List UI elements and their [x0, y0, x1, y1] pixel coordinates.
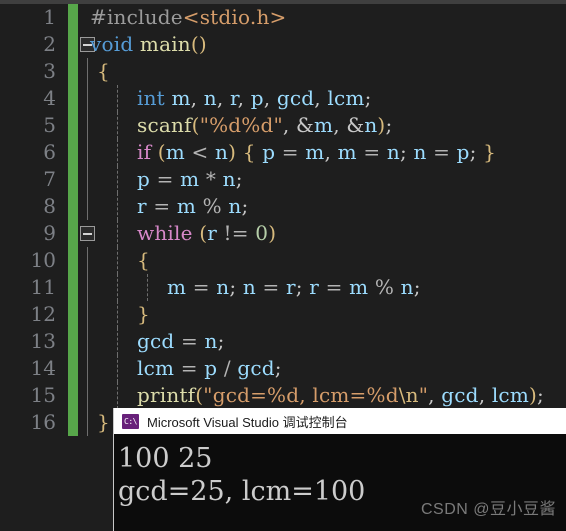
indent-guide [117, 85, 118, 113]
indent-guide [117, 274, 118, 302]
code-text: lcm = p / gcd; [137, 356, 282, 380]
structure-guide [87, 193, 88, 221]
indent-guide [117, 220, 118, 248]
line-number: 9 [43, 221, 56, 245]
change-bar [68, 139, 78, 167]
code-line[interactable]: 9 while (r != 0) [0, 220, 566, 248]
code-line[interactable]: 3 { [0, 58, 566, 86]
structure-guide [87, 58, 88, 86]
code-text: int m, n, r, p, gcd, lcm; [137, 86, 372, 110]
change-bar [68, 382, 78, 410]
indent-guide [117, 166, 118, 194]
code-text: r = m % n; [137, 194, 249, 218]
line-number: 6 [43, 140, 56, 164]
indent-guide [117, 382, 118, 410]
change-bar [68, 409, 78, 437]
structure-guide [87, 112, 88, 140]
code-text: if (m < n) { p = m, m = n; n = p; } [137, 140, 497, 164]
indent-guide [147, 274, 148, 302]
structure-guide [87, 301, 88, 329]
line-number: 2 [43, 32, 56, 56]
line-number: 15 [30, 383, 56, 407]
indent-guide [117, 328, 118, 356]
indent-guide [117, 247, 118, 275]
code-text: { [137, 248, 150, 272]
line-number: 5 [43, 113, 56, 137]
code-line[interactable]: 7 p = m * n; [0, 166, 566, 194]
code-line[interactable]: 6 if (m < n) { p = m, m = n; n = p; } [0, 139, 566, 167]
screenshot-root: 1 #include<stdio.h> 2 void main() 3 { 4 … [0, 0, 566, 531]
code-line[interactable]: 13 gcd = n; [0, 328, 566, 356]
structure-guide [87, 382, 88, 410]
code-line[interactable]: 10 { [0, 247, 566, 275]
change-bar [68, 85, 78, 113]
console-output-line-2: gcd=25, lcm=100 [118, 476, 366, 507]
line-number: 8 [43, 194, 56, 218]
code-text: scanf("%d%d", &m, &n); [137, 113, 393, 137]
code-line[interactable]: 1 #include<stdio.h> [0, 4, 566, 32]
line-number: 12 [30, 302, 56, 326]
indent-guide [117, 139, 118, 167]
code-line[interactable]: 8 r = m % n; [0, 193, 566, 221]
structure-guide [87, 139, 88, 167]
change-bar [68, 58, 78, 86]
code-text: } [137, 302, 150, 326]
structure-guide [87, 355, 88, 383]
csdn-watermark: CSDN @豆小豆酱 [420, 501, 556, 518]
code-text: { [97, 59, 110, 83]
line-number: 4 [43, 86, 56, 110]
line-number: 3 [43, 59, 56, 83]
indent-guide [117, 193, 118, 221]
change-bar [68, 4, 78, 32]
change-bar [68, 166, 78, 194]
code-text: printf("gcd=%d, lcm=%d\n", gcd, lcm); [137, 383, 544, 407]
change-bar [68, 274, 78, 302]
console-cmd-icon: C:\ [122, 413, 139, 429]
code-text: while (r != 0) [137, 221, 277, 245]
indent-guide [117, 112, 118, 140]
line-number: 13 [30, 329, 56, 353]
structure-guide [87, 409, 88, 437]
structure-guide [87, 247, 88, 275]
code-line[interactable]: 4 int m, n, r, p, gcd, lcm; [0, 85, 566, 113]
fold-collapse-icon[interactable] [80, 226, 95, 241]
code-line[interactable]: 14 lcm = p / gcd; [0, 355, 566, 383]
line-number: 14 [30, 356, 56, 380]
change-bar [68, 220, 78, 248]
structure-guide [87, 85, 88, 113]
change-bar [68, 247, 78, 275]
console-output-line-1: 100 25 [118, 443, 213, 474]
line-number: 11 [30, 275, 56, 299]
change-bar [68, 31, 78, 59]
console-title-text: Microsoft Visual Studio 调试控制台 [147, 414, 348, 430]
structure-guide [87, 166, 88, 194]
code-text: m = n; n = r; r = m % n; [167, 275, 421, 299]
code-text: gcd = n; [137, 329, 225, 353]
structure-guide [87, 328, 88, 356]
code-line[interactable]: 5 scanf("%d%d", &m, &n); [0, 112, 566, 140]
indent-guide [117, 301, 118, 329]
structure-guide [87, 274, 88, 302]
code-text: p = m * n; [137, 167, 243, 191]
code-text: } [97, 410, 110, 434]
change-bar [68, 328, 78, 356]
code-line[interactable]: 12 } [0, 301, 566, 329]
change-bar [68, 112, 78, 140]
change-bar [68, 301, 78, 329]
line-number: 1 [43, 5, 56, 29]
line-number: 16 [30, 410, 56, 434]
change-bar [68, 355, 78, 383]
line-number: 10 [30, 248, 56, 272]
line-number: 7 [43, 167, 56, 191]
code-line[interactable]: 15 printf("gcd=%d, lcm=%d\n", gcd, lcm); [0, 382, 566, 410]
change-bar [68, 193, 78, 221]
code-line[interactable]: 11 m = n; n = r; r = m % n; [0, 274, 566, 302]
code-line[interactable]: 2 void main() [0, 31, 566, 59]
code-text: #include<stdio.h> [90, 5, 287, 29]
console-title-bar[interactable]: C:\ Microsoft Visual Studio 调试控制台 [114, 408, 566, 434]
indent-guide [117, 355, 118, 383]
code-text: void main() [90, 32, 207, 56]
